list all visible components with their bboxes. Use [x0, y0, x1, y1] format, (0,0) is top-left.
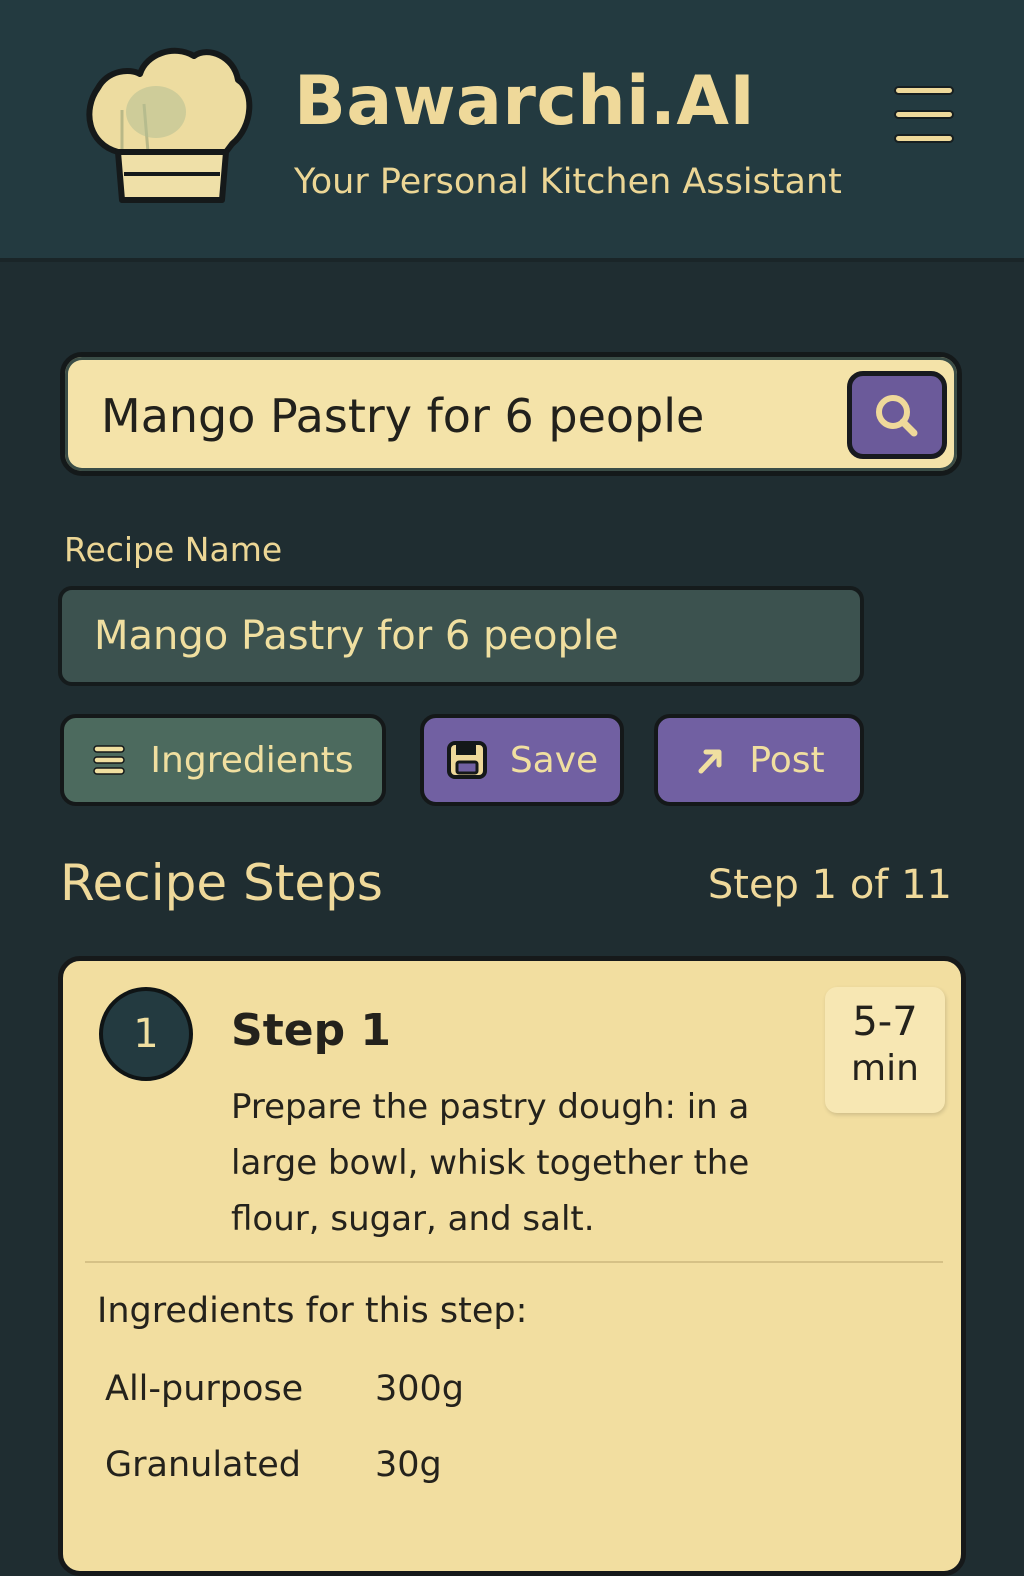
floppy-disk-icon	[446, 740, 488, 780]
step-number-badge: 1	[99, 987, 193, 1081]
step-title: Step 1	[231, 1005, 391, 1056]
search-input[interactable]	[101, 383, 841, 449]
ingredient-quantity: 300g	[375, 1369, 465, 1409]
divider	[85, 1261, 943, 1263]
recipe-name-input[interactable]	[94, 608, 834, 664]
post-button[interactable]: Post	[654, 714, 864, 806]
save-button-label: Save	[509, 739, 599, 781]
step-description: Prepare the pastry dough: in a large bow…	[231, 1087, 750, 1239]
app-subtitle: Your Personal Kitchen Assistant	[294, 162, 842, 202]
ingredient-name: Granulated	[105, 1445, 301, 1485]
recipe-steps-heading: Recipe Steps	[60, 854, 383, 912]
search-icon	[876, 395, 918, 437]
chef-hat-icon	[78, 40, 254, 210]
step-card: 1 Step 1 5-7 min Prepare the pastry doug…	[58, 956, 966, 1576]
ingredients-button[interactable]: Ingredients	[60, 714, 386, 806]
recipe-name-label: Recipe Name	[64, 530, 283, 569]
step-time-badge: 5-7 min	[825, 987, 945, 1113]
list-item: All-purpose 300g	[105, 1369, 464, 1409]
recipe-name-field	[58, 586, 864, 686]
step-time-value: 5-7	[852, 999, 918, 1045]
ingredient-quantity: 30g	[375, 1445, 442, 1485]
list-icon	[92, 744, 128, 776]
post-button-label: Post	[749, 739, 825, 781]
ingredient-name: All-purpose	[105, 1369, 304, 1409]
hamburger-menu-icon[interactable]	[888, 86, 962, 154]
step-time-unit: min	[851, 1048, 919, 1089]
save-button[interactable]: Save	[420, 714, 624, 806]
arrow-up-right-icon	[693, 743, 727, 777]
step-counter: Step 1 of 11	[707, 862, 952, 908]
ingredients-button-label: Ingredients	[150, 739, 354, 781]
list-item: Granulated 30g	[105, 1445, 442, 1485]
search-bar	[60, 352, 962, 476]
app-header: Bawarchi.AI Your Personal Kitchen Assist…	[0, 0, 1024, 262]
step-ingredients-heading: Ingredients for this step:	[97, 1291, 528, 1331]
app-title: Bawarchi.AI	[294, 62, 756, 141]
search-button[interactable]	[847, 371, 947, 459]
